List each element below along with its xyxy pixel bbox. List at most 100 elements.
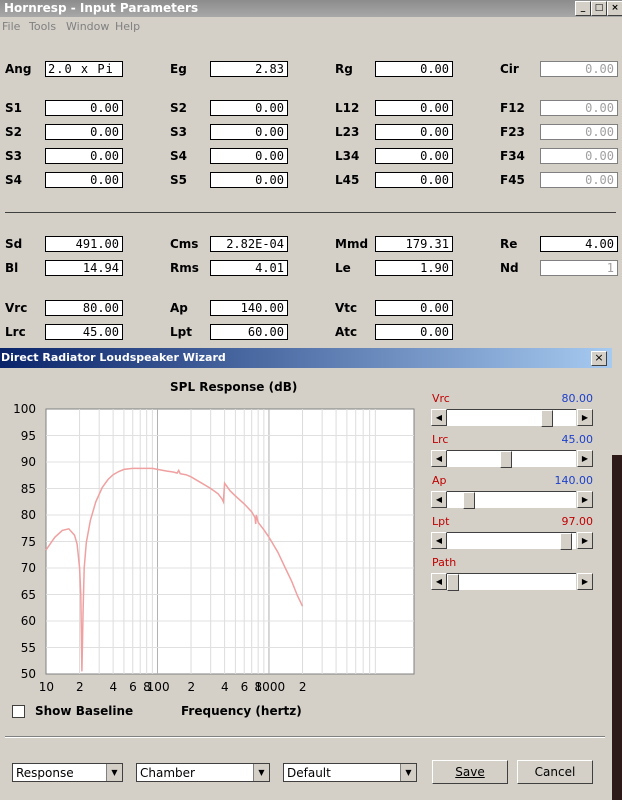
chevron-down-icon[interactable]: ▼ <box>253 764 269 781</box>
chevron-down-icon[interactable]: ▼ <box>106 764 122 781</box>
arrow-right-icon[interactable]: ▶ <box>577 532 593 549</box>
param-field[interactable]: 2.82E-04 <box>210 236 288 252</box>
param-field[interactable]: 2.0 x Pi <box>45 61 123 77</box>
param-label: S1 <box>5 101 22 115</box>
param-field[interactable]: 0.00 <box>375 324 453 340</box>
param-label: L12 <box>335 101 360 115</box>
slider-lpt[interactable]: ◀ ▶ <box>431 532 593 550</box>
param-field[interactable]: 4.01 <box>210 260 288 276</box>
arrow-left-icon[interactable]: ◀ <box>431 450 447 467</box>
param-label: L23 <box>335 125 360 139</box>
param-field[interactable]: 1 <box>540 260 618 276</box>
y-tick-label: 75 <box>20 534 36 549</box>
param-field[interactable]: 0.00 <box>210 172 288 188</box>
arrow-left-icon[interactable]: ◀ <box>431 532 447 549</box>
show-baseline-checkbox[interactable] <box>12 705 25 718</box>
window-title: Hornresp - Input Parameters <box>4 1 199 15</box>
slider-vrc[interactable]: ◀ ▶ <box>431 409 593 427</box>
param-label: Ang <box>5 62 32 76</box>
param-field[interactable]: 0.00 <box>375 124 453 140</box>
maximize-button[interactable]: □ <box>591 1 607 16</box>
param-field[interactable]: 0.00 <box>540 148 618 164</box>
arrow-right-icon[interactable]: ▶ <box>577 450 593 467</box>
slider-thumb[interactable] <box>560 533 572 550</box>
param-label: Lrc <box>5 325 26 339</box>
chart-title: SPL Response (dB) <box>170 380 298 394</box>
x-tick-label: 6 <box>240 680 249 694</box>
param-field[interactable]: 0.00 <box>540 172 618 188</box>
slider-path[interactable]: ◀ ▶ <box>431 573 593 591</box>
slider-track[interactable] <box>447 573 576 591</box>
param-label: S4 <box>5 173 22 187</box>
save-button[interactable]: Save <box>432 760 508 784</box>
close-button[interactable]: × <box>607 1 622 16</box>
param-field[interactable]: 140.00 <box>210 300 288 316</box>
param-field[interactable]: 14.94 <box>45 260 123 276</box>
slider-label-lpt: Lpt <box>432 515 450 528</box>
chevron-down-icon[interactable]: ▼ <box>400 764 416 781</box>
chamber-select[interactable]: Chamber ▼ <box>136 763 270 782</box>
arrow-right-icon[interactable]: ▶ <box>577 573 593 590</box>
param-field[interactable]: 1.90 <box>375 260 453 276</box>
menu-help[interactable]: Help <box>115 20 140 33</box>
param-field[interactable]: 0.00 <box>540 100 618 116</box>
param-field[interactable]: 0.00 <box>45 124 123 140</box>
cancel-button[interactable]: Cancel <box>517 760 593 784</box>
slider-thumb[interactable] <box>463 492 475 509</box>
param-field[interactable]: 0.00 <box>375 172 453 188</box>
param-field[interactable]: 0.00 <box>375 148 453 164</box>
slider-thumb[interactable] <box>500 451 512 468</box>
param-field[interactable]: 0.00 <box>210 124 288 140</box>
x-tick-label: 10 <box>38 680 55 694</box>
param-field[interactable]: 0.00 <box>540 124 618 140</box>
wizard-title-bar: Direct Radiator Loudspeaker Wizard <box>0 348 612 368</box>
param-field[interactable]: 491.00 <box>45 236 123 252</box>
menu-tools[interactable]: Tools <box>29 20 56 33</box>
arrow-left-icon[interactable]: ◀ <box>431 491 447 508</box>
menu-bar: File Tools Window Help <box>0 18 622 36</box>
param-label: F23 <box>500 125 525 139</box>
param-field[interactable]: 179.31 <box>375 236 453 252</box>
param-field[interactable]: 45.00 <box>45 324 123 340</box>
slider-thumb[interactable] <box>447 574 459 591</box>
wizard-close-button[interactable]: × <box>591 351 607 366</box>
slider-track[interactable] <box>447 491 576 509</box>
param-label: Cir <box>500 62 519 76</box>
arrow-left-icon[interactable]: ◀ <box>431 409 447 426</box>
slider-track[interactable] <box>447 450 576 468</box>
param-field[interactable]: 0.00 <box>45 172 123 188</box>
arrow-right-icon[interactable]: ▶ <box>577 491 593 508</box>
y-tick-label: 80 <box>20 508 36 522</box>
param-field[interactable]: 2.83 <box>210 61 288 77</box>
minimize-button[interactable]: _ <box>575 1 591 16</box>
param-field[interactable]: 0.00 <box>210 148 288 164</box>
slider-track[interactable] <box>447 532 576 550</box>
slider-label-path: Path <box>432 556 457 569</box>
slider-label-vrc: Vrc <box>432 392 450 405</box>
param-field[interactable]: 80.00 <box>45 300 123 316</box>
param-field[interactable]: 0.00 <box>375 100 453 116</box>
param-label: S5 <box>170 173 187 187</box>
param-label: Eg <box>170 62 187 76</box>
param-field[interactable]: 0.00 <box>210 100 288 116</box>
slider-label-ap: Ap <box>432 474 447 487</box>
slider-lrc[interactable]: ◀ ▶ <box>431 450 593 468</box>
default-select[interactable]: Default ▼ <box>283 763 417 782</box>
param-field[interactable]: 0.00 <box>45 100 123 116</box>
param-field[interactable]: 0.00 <box>540 61 618 77</box>
param-field[interactable]: 0.00 <box>375 61 453 77</box>
slider-ap[interactable]: ◀ ▶ <box>431 491 593 509</box>
param-field[interactable]: 0.00 <box>375 300 453 316</box>
slider-value-ap: 140.00 <box>554 474 594 487</box>
param-field[interactable]: 4.00 <box>540 236 618 252</box>
arrow-right-icon[interactable]: ▶ <box>577 409 593 426</box>
menu-window[interactable]: Window <box>66 20 109 33</box>
response-select[interactable]: Response ▼ <box>12 763 123 782</box>
slider-track[interactable] <box>447 409 576 427</box>
arrow-left-icon[interactable]: ◀ <box>431 573 447 590</box>
menu-file[interactable]: File <box>2 20 20 33</box>
param-field[interactable]: 60.00 <box>210 324 288 340</box>
x-tick-label: 2 <box>75 680 84 694</box>
slider-thumb[interactable] <box>541 410 553 427</box>
param-field[interactable]: 0.00 <box>45 148 123 164</box>
